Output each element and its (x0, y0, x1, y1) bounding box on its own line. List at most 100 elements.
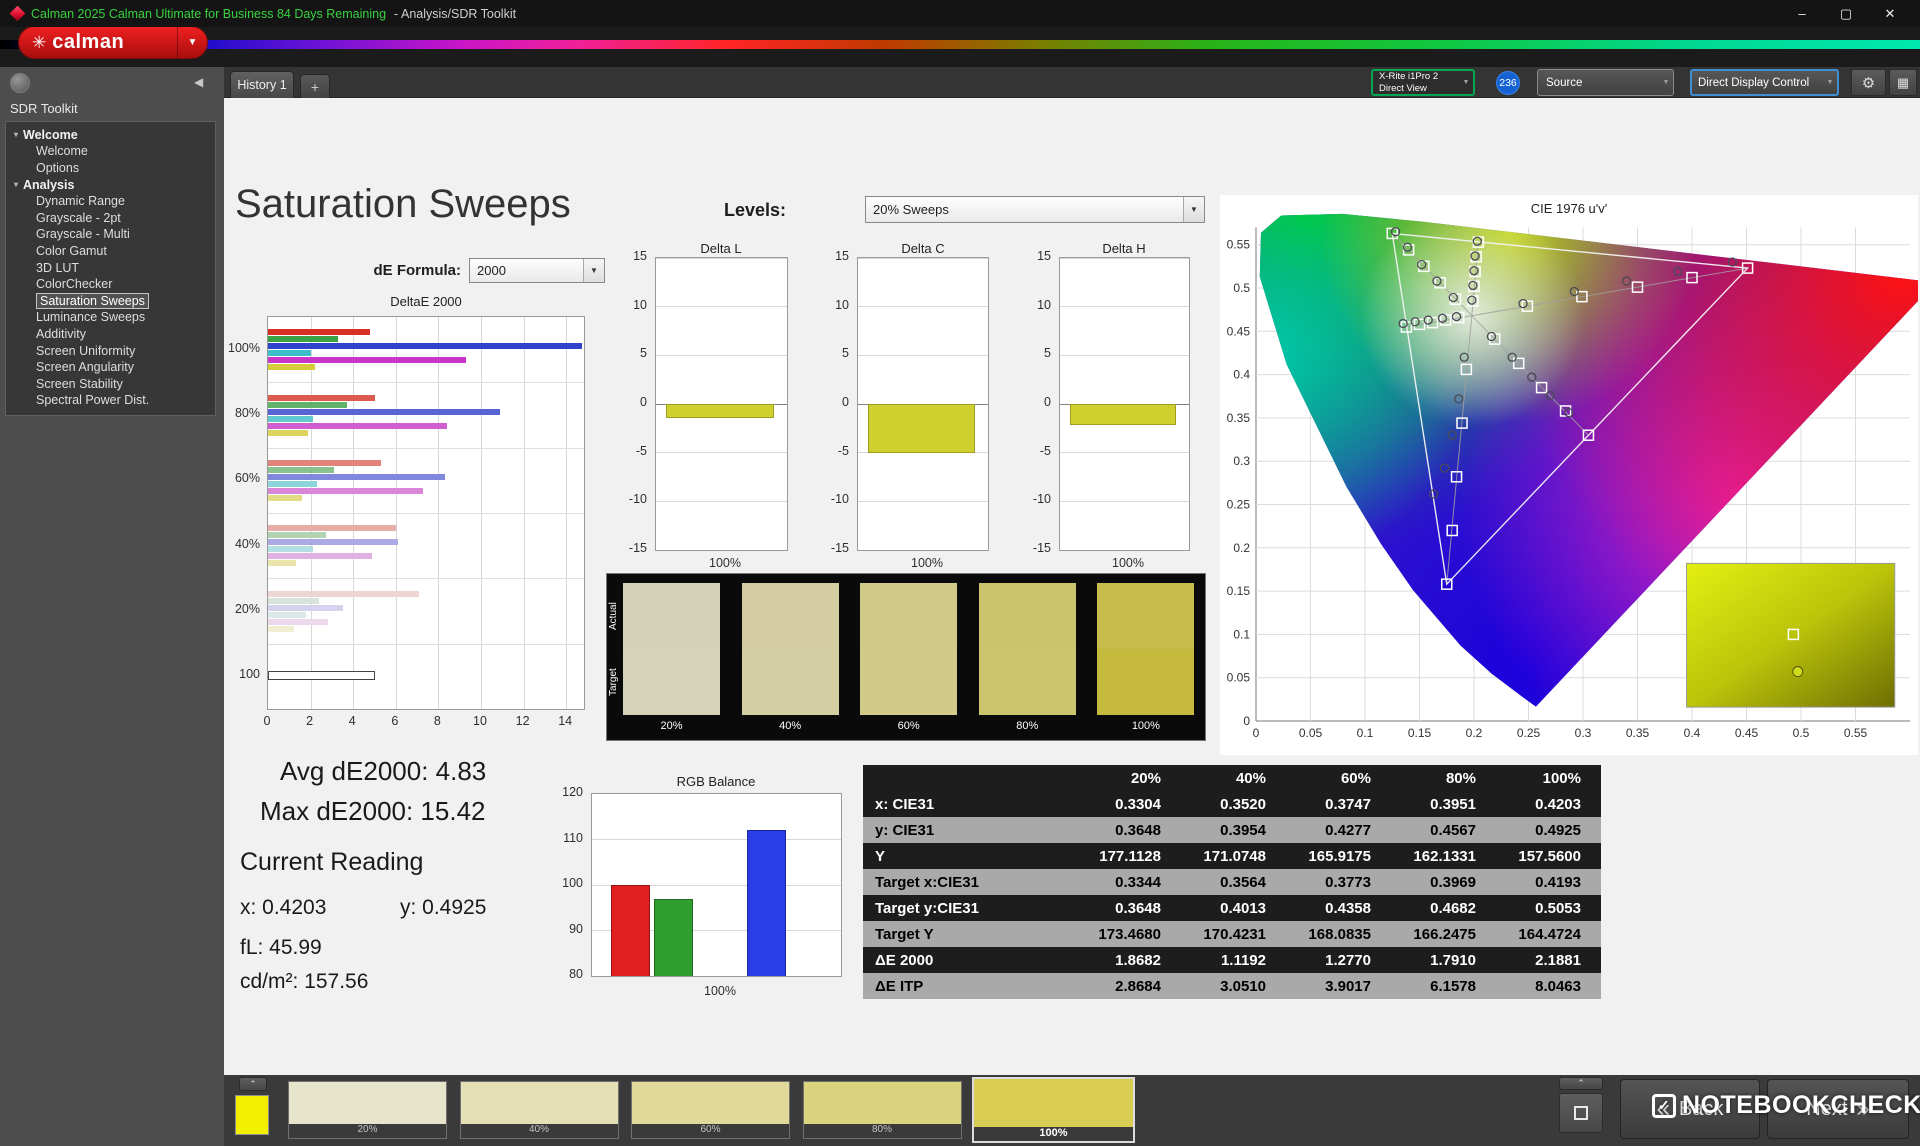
delta-h-plot (1059, 257, 1190, 551)
sidebar-item-label: ColorChecker (36, 277, 113, 292)
reading-fl: fL: 45.99 (240, 936, 322, 959)
cell: 170.4231 (1203, 925, 1266, 943)
sidebar-item-luminance-sweeps[interactable]: Luminance Sweeps (6, 309, 215, 326)
patch-button-80%[interactable]: 80% (802, 1081, 962, 1139)
delta-h-xlabel: 100% (1112, 556, 1144, 570)
sidebar-item-screen-uniformity[interactable]: Screen Uniformity (6, 343, 215, 360)
levels-dropdown[interactable]: 20% Sweeps ▼ (865, 196, 1205, 223)
workflow-home-button[interactable] (10, 73, 30, 93)
delta-bar (868, 404, 975, 453)
sidebar-item-options[interactable]: Options (6, 160, 215, 177)
grid-line (1060, 549, 1189, 550)
sidebar-item-screen-angularity[interactable]: Screen Angularity (6, 359, 215, 376)
settings-button[interactable]: ⚙ (1851, 69, 1886, 96)
y-tick-label: 0.25 (1227, 498, 1251, 512)
bar (268, 408, 501, 415)
de-formula-dropdown[interactable]: 2000 ▼ (469, 258, 605, 283)
swatch-compare-panel: Actual Target 20% 40% 60% 80% 100% (606, 573, 1206, 741)
layout-button[interactable]: ▦ (1889, 69, 1917, 96)
grid-line (268, 382, 584, 384)
patch-button-40%[interactable]: 40% (459, 1081, 619, 1139)
expand-options-button[interactable]: ⌃ (1559, 1077, 1603, 1090)
patch-swatch (974, 1079, 1133, 1127)
source-dropdown[interactable]: Source ▼ (1537, 69, 1674, 96)
sidebar-item-color-gamut[interactable]: Color Gamut (6, 243, 215, 260)
grid-line (268, 578, 584, 580)
axis-label: 4 (348, 714, 356, 728)
avg-de2000: Avg dE2000: 4.83 (280, 756, 487, 786)
grid-line (1060, 452, 1189, 454)
levels-value: 20% Sweeps (873, 202, 949, 217)
y-tick-label: 0.45 (1227, 324, 1251, 338)
patch-button-20%[interactable]: 20% (288, 1081, 447, 1139)
app-icon (9, 5, 26, 22)
delta-c-plot (857, 257, 989, 551)
patch-button-100%[interactable]: 100% (972, 1077, 1135, 1143)
cell: 0.3747 (1325, 795, 1371, 813)
bar (268, 546, 313, 553)
axis-label: 8 (433, 714, 441, 728)
add-tab-button[interactable]: + (300, 74, 330, 98)
meter-name: X-Rite i1Pro 2 (1379, 70, 1439, 82)
sidebar-item-colorchecker[interactable]: ColorChecker (6, 276, 215, 293)
max-de2000: Max dE2000: 15.42 (260, 796, 486, 826)
row-label: Target x:CIE31 (875, 873, 979, 891)
chevron-down-icon[interactable]: ▼ (177, 27, 207, 58)
axis-label: -10 (830, 492, 849, 507)
table-row: Y 177.1128 171.0748 165.9175 162.1331 157.560… (863, 843, 1601, 869)
sidebar-item-grayscale-2pt[interactable]: Grayscale - 2pt (6, 210, 215, 227)
row-label: ΔE 2000 (875, 951, 934, 969)
patch-button-60%[interactable]: 60% (631, 1081, 790, 1139)
sidebar-item-label: Grayscale - 2pt (36, 210, 121, 225)
col-header: 80% (1445, 769, 1476, 787)
cell: 173.4680 (1098, 925, 1161, 943)
reading-x: x: 0.4203 (240, 896, 327, 919)
main-content: Saturation Sweeps Levels: 20% Sweeps ▼ d… (224, 98, 1920, 1075)
bar (268, 560, 296, 567)
col-header: 60% (1340, 769, 1371, 787)
bar (268, 401, 347, 408)
sidebar-item-saturation-sweeps[interactable]: Saturation Sweeps (6, 292, 215, 310)
sidebar-item-grayscale-multi[interactable]: Grayscale - Multi (6, 226, 215, 243)
row-label: ΔE ITP (875, 977, 924, 995)
sidebar-item-welcome[interactable]: Welcome (6, 143, 215, 160)
col-header: 100% (1542, 769, 1581, 787)
sidebar-item-screen-stability[interactable]: Screen Stability (6, 376, 215, 393)
pattern-window-button[interactable] (1559, 1093, 1603, 1133)
next-button[interactable]: Next » (1767, 1079, 1909, 1139)
display-control-dropdown[interactable]: Direct Display Control ▼ (1690, 69, 1839, 96)
meter-dropdown[interactable]: X-Rite i1Pro 2 Direct View ▼ (1371, 69, 1475, 96)
grid-line (268, 643, 584, 645)
sidebar-item-dynamic-range[interactable]: Dynamic Range (6, 193, 215, 210)
tree-section-welcome[interactable]: ▾ Welcome (6, 126, 215, 143)
tree-section-analysis[interactable]: ▾ Analysis (6, 176, 215, 193)
current-reading-title: Current Reading (240, 848, 424, 876)
sidebar-item-3d-lut[interactable]: 3D LUT (6, 260, 215, 277)
cell: 0.3564 (1220, 873, 1266, 891)
close-button[interactable]: ✕ (1868, 0, 1912, 27)
chevron-down-icon: ▼ (1662, 79, 1670, 86)
bar (268, 597, 320, 604)
delta-c-title: Delta C (901, 241, 945, 256)
bar (268, 473, 445, 480)
grid-line (592, 839, 841, 840)
target-swatch (741, 649, 839, 715)
calman-logo-button[interactable]: ✳ calman ▼ (18, 26, 208, 59)
cell: 0.3520 (1220, 795, 1266, 813)
maximize-button[interactable]: ▢ (1824, 0, 1868, 27)
swatch-label: 60% (897, 720, 920, 732)
axis-label: 15 (1037, 249, 1051, 263)
cell: 0.4682 (1430, 899, 1476, 917)
sidebar-item-spectral-power-dist-[interactable]: Spectral Power Dist. (6, 392, 215, 409)
minimize-button[interactable]: – (1780, 0, 1824, 27)
tab-history-1[interactable]: History 1 (230, 71, 294, 98)
cell: 0.3344 (1115, 873, 1161, 891)
back-button[interactable]: « Back (1620, 1079, 1760, 1139)
cell: 0.4193 (1535, 873, 1581, 891)
collapse-sidebar-button[interactable]: ◀ (194, 75, 203, 89)
cell: 171.0748 (1203, 847, 1266, 865)
sidebar-item-additivity[interactable]: Additivity (6, 326, 215, 343)
grid-line (656, 500, 787, 502)
x-tick-label: 0.1 (1357, 726, 1374, 740)
expand-patches-button[interactable]: ⌃ (239, 1077, 267, 1091)
